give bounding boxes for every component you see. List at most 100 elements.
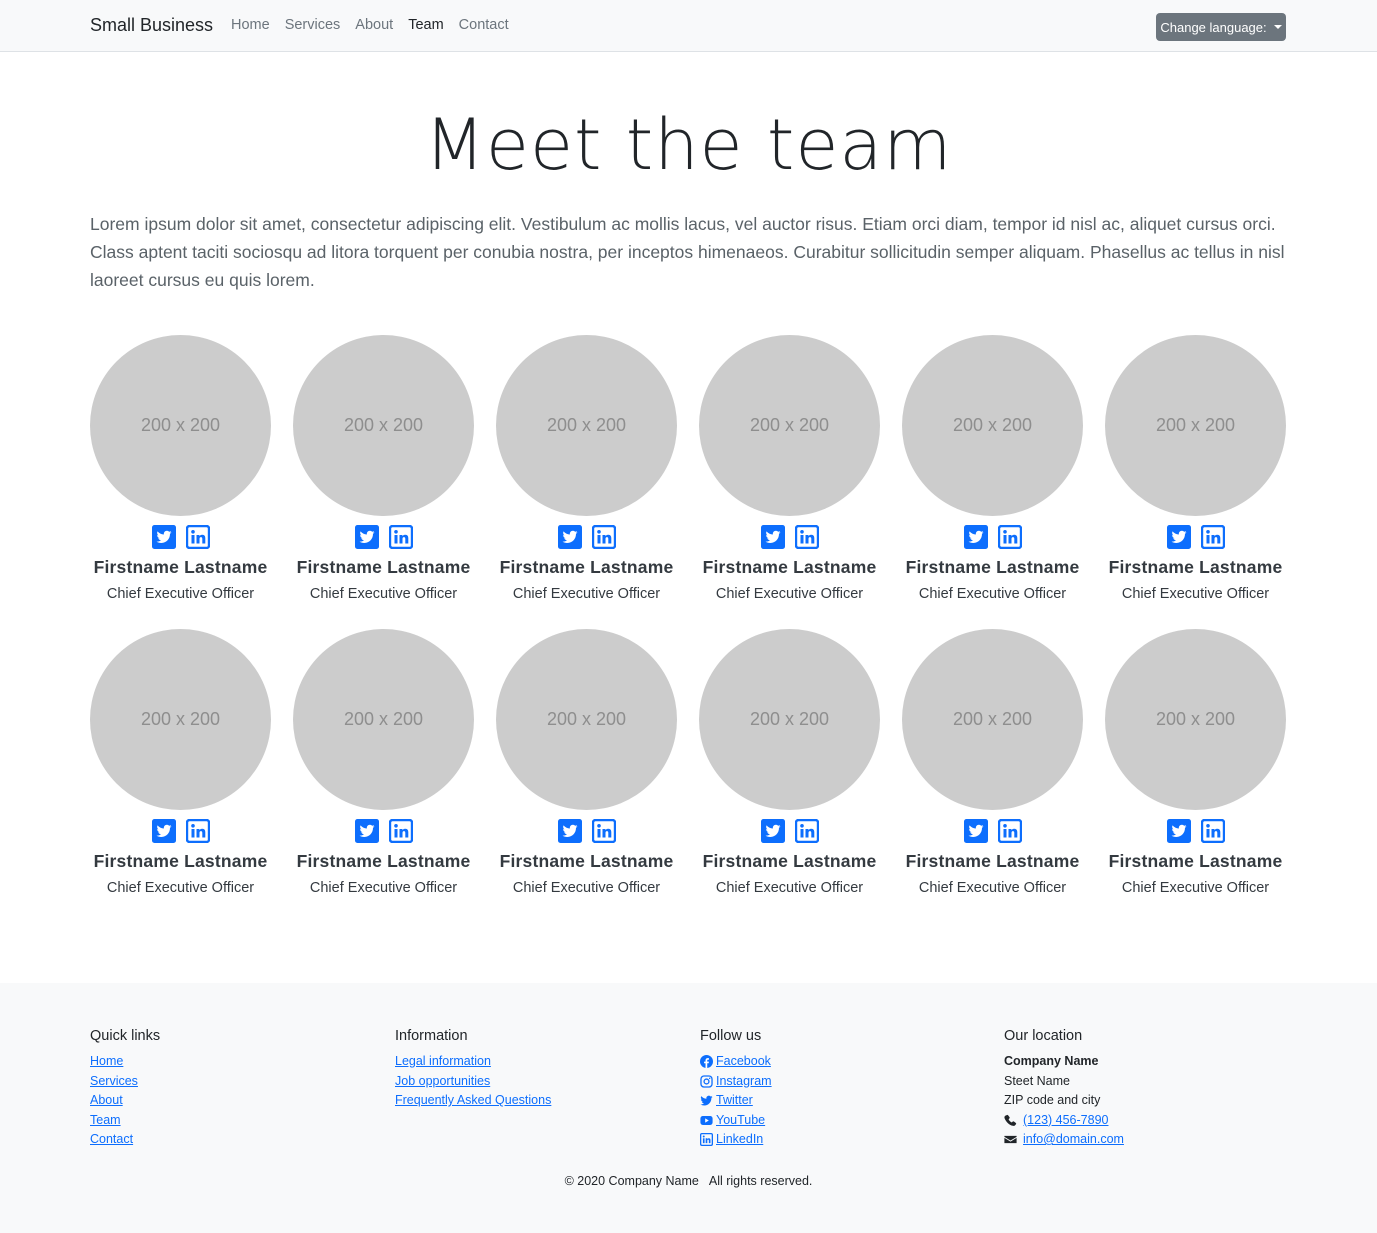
twitter-icon[interactable]	[1166, 819, 1191, 843]
photo-size-label: 200 x 200	[749, 709, 830, 729]
footer-link-youtube[interactable]: YouTube	[700, 1111, 772, 1131]
company-name: Company Name	[1004, 1054, 1099, 1068]
photo-size-label: 200 x 200	[546, 709, 627, 729]
twitter-icon[interactable]	[760, 819, 785, 843]
team-member-card: 200 x 200 Firstname Lastname Chief Execu…	[1105, 629, 1286, 896]
footer-link-home[interactable]: Home	[90, 1052, 160, 1072]
member-name: Firstname Lastname	[1108, 851, 1283, 871]
team-member-card: 200 x 200 Firstname Lastname Chief Execu…	[496, 335, 677, 602]
member-name: Firstname Lastname	[905, 557, 1080, 577]
member-name: Firstname Lastname	[296, 851, 471, 871]
youtube-label: YouTube	[716, 1112, 766, 1127]
member-socials	[1166, 819, 1225, 843]
brand-link[interactable]: Small Business	[90, 15, 213, 36]
team-member-card: 200 x 200 Firstname Lastname Chief Execu…	[293, 629, 474, 896]
instagram-icon	[700, 1075, 713, 1088]
twitter-icon[interactable]	[151, 819, 176, 843]
member-name: Firstname Lastname	[296, 557, 471, 577]
photo-size-label: 200 x 200	[749, 415, 830, 435]
member-role: Chief Executive Officer	[512, 586, 661, 602]
footer-link-jobs[interactable]: Job opportunities	[395, 1072, 551, 1092]
twitter-icon[interactable]	[557, 819, 582, 843]
linkedin-icon[interactable]	[794, 819, 819, 843]
member-socials	[963, 819, 1022, 843]
photo-size-label: 200 x 200	[343, 415, 424, 435]
photo-size-label: 200 x 200	[952, 415, 1033, 435]
photo-size-label: 200 x 200	[1155, 709, 1236, 729]
footer: Quick links Home Services About Team Con…	[0, 983, 1377, 1233]
nav-link-services[interactable]: Services	[285, 17, 341, 33]
footer-link-instagram[interactable]: Instagram	[700, 1072, 772, 1092]
nav-link-team[interactable]: Team	[408, 17, 443, 33]
footer-link-faq[interactable]: Frequently Asked Questions	[395, 1091, 551, 1111]
copyright-text: © 2020 Company Name	[564, 1174, 699, 1188]
linkedin-icon[interactable]	[997, 525, 1022, 549]
facebook-icon	[700, 1055, 713, 1069]
linkedin-icon[interactable]	[388, 525, 413, 549]
team-member-card: 200 x 200 Firstname Lastname Chief Execu…	[1105, 335, 1286, 602]
linkedin-icon	[700, 1133, 713, 1147]
member-socials	[760, 525, 819, 549]
linkedin-icon[interactable]	[185, 525, 210, 549]
footer-link-legal[interactable]: Legal information	[395, 1052, 551, 1072]
photo-size-label: 200 x 200	[343, 709, 424, 729]
lead-paragraph: Lorem ipsum dolor sit amet, consectetur …	[90, 214, 1285, 290]
footer-heading-location: Our location	[1004, 1028, 1083, 1044]
footer-link-contact[interactable]: Contact	[90, 1130, 160, 1150]
footer-heading-information: Information	[395, 1028, 468, 1044]
linkedin-icon[interactable]	[185, 819, 210, 843]
email-link[interactable]: info@domain.com	[1023, 1130, 1124, 1150]
twitter-icon[interactable]	[354, 819, 379, 843]
twitter-icon[interactable]	[963, 525, 988, 549]
twitter-icon[interactable]	[1166, 525, 1191, 549]
twitter-icon	[700, 1095, 713, 1106]
twitter-icon[interactable]	[151, 525, 176, 549]
member-name: Firstname Lastname	[702, 557, 877, 577]
member-role: Chief Executive Officer	[309, 880, 458, 896]
instagram-label: Instagram	[716, 1073, 772, 1088]
team-member-card: 200 x 200 Firstname Lastname Chief Execu…	[293, 335, 474, 602]
nav-link-about[interactable]: About	[355, 17, 393, 33]
member-photo-placeholder: 200 x 200	[90, 629, 271, 810]
twitter-icon[interactable]	[760, 525, 785, 549]
member-socials	[354, 819, 413, 843]
change-language-button[interactable]: Change language:	[1156, 13, 1286, 41]
footer-link-twitter[interactable]: Twitter	[700, 1091, 772, 1111]
linkedin-icon[interactable]	[1200, 525, 1225, 549]
nav-link-contact[interactable]: Contact	[459, 17, 509, 33]
linkedin-icon[interactable]	[591, 525, 616, 549]
footer-link-about[interactable]: About	[90, 1091, 160, 1111]
member-photo-placeholder: 200 x 200	[496, 335, 677, 516]
caret-down-icon	[1273, 25, 1282, 29]
twitter-icon[interactable]	[354, 525, 379, 549]
team-grid: 200 x 200 Firstname Lastname Chief Execu…	[90, 335, 1286, 896]
twitter-icon[interactable]	[557, 525, 582, 549]
phone-link[interactable]: (123) 456-7890	[1023, 1111, 1108, 1131]
member-role: Chief Executive Officer	[918, 880, 1067, 896]
phone-icon	[1004, 1114, 1017, 1126]
navbar: Small Business Home Services About Team …	[0, 0, 1377, 52]
member-socials	[963, 525, 1022, 549]
member-role: Chief Executive Officer	[512, 880, 661, 896]
member-socials	[557, 819, 616, 843]
team-member-card: 200 x 200 Firstname Lastname Chief Execu…	[90, 629, 271, 896]
linkedin-icon[interactable]	[794, 525, 819, 549]
member-socials	[1166, 525, 1225, 549]
twitter-icon[interactable]	[963, 819, 988, 843]
linkedin-icon[interactable]	[997, 819, 1022, 843]
footer-link-linkedin[interactable]: LinkedIn	[700, 1130, 772, 1150]
member-role: Chief Executive Officer	[1121, 880, 1270, 896]
footer-location: Our location Company Name Steet Name ZIP…	[1004, 1028, 1124, 1150]
street-name: Steet Name	[1004, 1073, 1071, 1088]
member-socials	[151, 525, 210, 549]
member-role: Chief Executive Officer	[309, 586, 458, 602]
member-name: Firstname Lastname	[1108, 557, 1283, 577]
linkedin-icon[interactable]	[388, 819, 413, 843]
member-name: Firstname Lastname	[499, 851, 674, 871]
footer-link-facebook[interactable]: Facebook	[700, 1052, 772, 1072]
nav-link-home[interactable]: Home	[231, 17, 270, 33]
footer-link-team[interactable]: Team	[90, 1111, 160, 1131]
linkedin-icon[interactable]	[1200, 819, 1225, 843]
linkedin-icon[interactable]	[591, 819, 616, 843]
footer-link-services[interactable]: Services	[90, 1072, 160, 1092]
